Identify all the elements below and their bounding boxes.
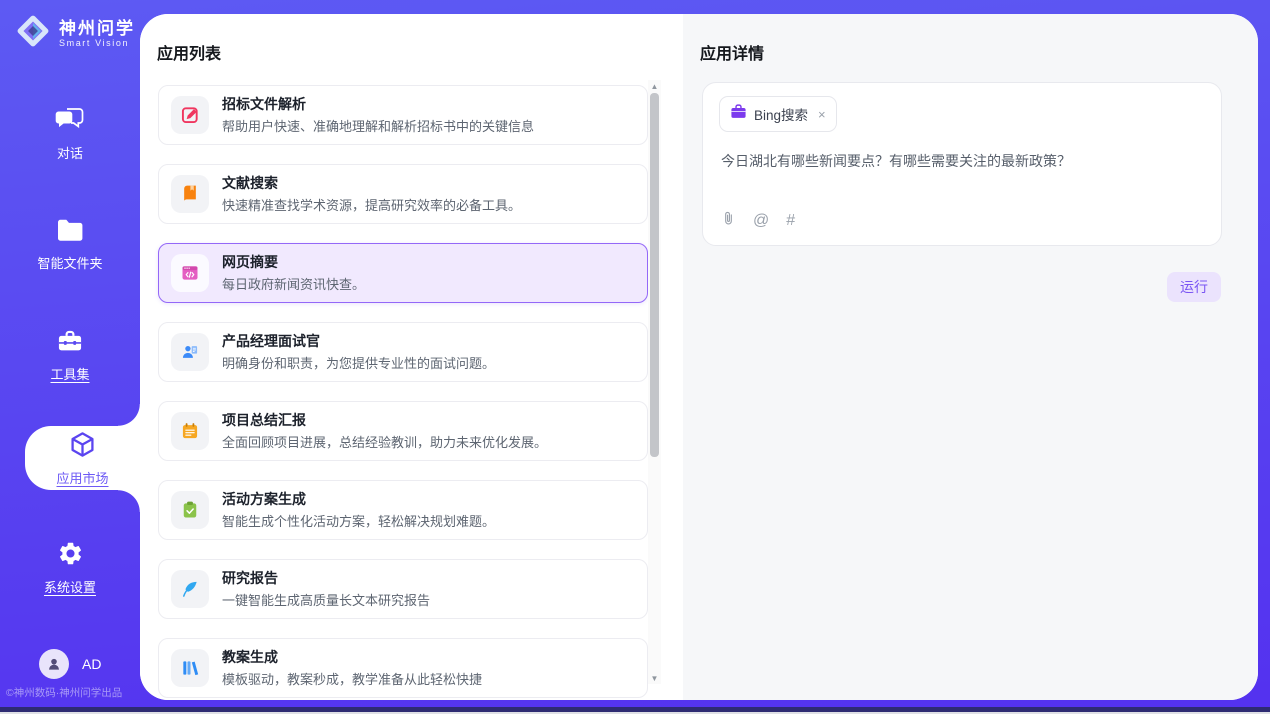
app-card-lesson-plan[interactable]: 教案生成 模板驱动，教案秒成，教学准备从此轻松快捷 [158,638,648,698]
app-desc: 一键智能生成高质量长文本研究报告 [222,590,430,609]
app-card-text: 文献搜索 快速精准查找学术资源，提高研究效率的必备工具。 [222,175,521,214]
logo-title: 神州问学 [59,19,135,38]
clipboard-check-icon [171,491,209,529]
user-account[interactable]: AD [39,649,101,679]
books-icon [171,649,209,687]
app-card-pm-interviewer[interactable]: 产品经理面试官 明确身份和职责，为您提供专业性的面试问题。 [158,322,648,382]
app-card-text: 研究报告 一键智能生成高质量长文本研究报告 [222,570,430,609]
app-desc: 智能生成个性化活动方案，轻松解决规划难题。 [222,511,495,530]
app-card-project-summary[interactable]: 项目总结汇报 全面回顾项目进展，总结经验教训，助力未来优化发展。 [158,401,648,461]
app-card-text: 教案生成 模板驱动，教案秒成，教学准备从此轻松快捷 [222,649,482,688]
app-card-text: 网页摘要 每日政府新闻资讯快查。 [222,254,365,293]
interviewer-icon [171,333,209,371]
toolbox-icon [56,328,84,357]
sidebar-item-label: 对话 [57,143,83,162]
app-card-event-plan[interactable]: 活动方案生成 智能生成个性化活动方案，轻松解决规划难题。 [158,480,648,540]
app-detail-panel: 应用详情 Bing搜索 × 今日湖北有哪些新闻要点？有哪些需要关注的最新政策？ [683,14,1258,700]
app-title: 文献搜索 [222,175,521,191]
app-card-text: 活动方案生成 智能生成个性化活动方案，轻松解决规划难题。 [222,491,495,530]
sidebar: 神州问学 Smart Vision 对话 智能文件夹 [0,0,140,714]
scrollbar-thumb[interactable] [650,93,659,457]
attachment-icon[interactable] [721,209,736,232]
app-title: 活动方案生成 [222,491,495,507]
sidebar-item-label: 应用市场 [56,468,108,487]
app-card-text: 招标文件解析 帮助用户快速、准确地理解和解析招标书中的关键信息 [222,96,534,135]
app-window: 神州问学 Smart Vision 对话 智能文件夹 [0,0,1270,714]
app-desc: 帮助用户快速、准确地理解和解析招标书中的关键信息 [222,116,534,135]
list-scrollbar[interactable]: ▲ ▼ [648,80,661,684]
sidebar-item-app-market[interactable]: 应用市场 [25,426,140,490]
app-title: 项目总结汇报 [222,412,547,428]
logo-subtitle: Smart Vision [59,38,135,48]
sidebar-item-label: 系统设置 [44,577,96,596]
input-toolbar: @ # [721,209,795,232]
avatar [39,649,69,679]
run-button[interactable]: 运行 [1167,272,1221,302]
username: AD [82,656,101,672]
sidebar-item-label: 智能文件夹 [37,253,102,272]
app-desc: 模板驱动，教案秒成，教学准备从此轻松快捷 [222,669,482,688]
app-card-web-summary[interactable]: 网页摘要 每日政府新闻资讯快查。 [158,243,648,303]
app-title: 产品经理面试官 [222,333,495,349]
query-card: Bing搜索 × 今日湖北有哪些新闻要点？有哪些需要关注的最新政策？ @ # [702,82,1222,246]
app-card-research-report[interactable]: 研究报告 一键智能生成高质量长文本研究报告 [158,559,648,619]
scrollbar-up-arrow[interactable]: ▲ [648,80,661,92]
briefcase-icon [730,104,747,124]
sidebar-item-settings[interactable]: 系统设置 [0,540,140,596]
copyright-text: ©神州数码·神州问学出品 [6,685,140,700]
sidebar-item-toolset[interactable]: 工具集 [0,328,140,383]
sidebar-item-label: 工具集 [50,364,89,383]
logo-text: 神州问学 Smart Vision [59,19,135,48]
app-desc: 全面回顾项目进展，总结经验教训，助力未来优化发展。 [222,432,547,451]
browser-code-icon [171,254,209,292]
book-icon [171,175,209,213]
app-title: 研究报告 [222,570,430,586]
app-list: 招标文件解析 帮助用户快速、准确地理解和解析招标书中的关键信息 文献搜索 快速精… [158,85,648,700]
app-card-text: 项目总结汇报 全面回顾项目进展，总结经验教训，助力未来优化发展。 [222,412,547,451]
scrollbar-down-arrow[interactable]: ▼ [648,672,661,684]
folder-icon [56,218,85,246]
sidebar-item-chat[interactable]: 对话 [0,106,140,162]
tool-tag-bing-search[interactable]: Bing搜索 × [719,96,837,132]
app-title: 招标文件解析 [222,96,534,112]
topic-icon[interactable]: # [786,212,795,230]
app-desc: 明确身份和职责，为您提供专业性的面试问题。 [222,353,495,372]
chat-icon [55,106,85,136]
gear-icon [57,540,84,570]
tool-tag-label: Bing搜索 [754,104,808,124]
main-container: 应用列表 招标文件解析 帮助用户快速、准确地理解和解析招标书中的关键信息 [140,14,1258,700]
app-list-panel: 应用列表 招标文件解析 帮助用户快速、准确地理解和解析招标书中的关键信息 [140,14,683,700]
app-card-bid-analysis[interactable]: 招标文件解析 帮助用户快速、准确地理解和解析招标书中的关键信息 [158,85,648,145]
cube-icon [68,430,97,462]
logo-diamond-icon [15,13,51,54]
app-detail-title: 应用详情 [700,40,764,64]
app-list-title: 应用列表 [157,40,221,64]
tool-tag-close-icon[interactable]: × [818,108,826,121]
edit-square-icon [171,96,209,134]
calendar-icon [171,412,209,450]
app-title: 网页摘要 [222,254,365,270]
query-input[interactable]: 今日湖北有哪些新闻要点？有哪些需要关注的最新政策？ [721,151,1203,171]
app-card-text: 产品经理面试官 明确身份和职责，为您提供专业性的面试问题。 [222,333,495,372]
app-card-literature-search[interactable]: 文献搜索 快速精准查找学术资源，提高研究效率的必备工具。 [158,164,648,224]
app-title: 教案生成 [222,649,482,665]
quill-icon [171,570,209,608]
mention-icon[interactable]: @ [753,212,769,230]
sidebar-item-smart-folders[interactable]: 智能文件夹 [0,218,140,272]
app-desc: 每日政府新闻资讯快查。 [222,274,365,293]
app-logo: 神州问学 Smart Vision [15,13,135,54]
app-desc: 快速精准查找学术资源，提高研究效率的必备工具。 [222,195,521,214]
